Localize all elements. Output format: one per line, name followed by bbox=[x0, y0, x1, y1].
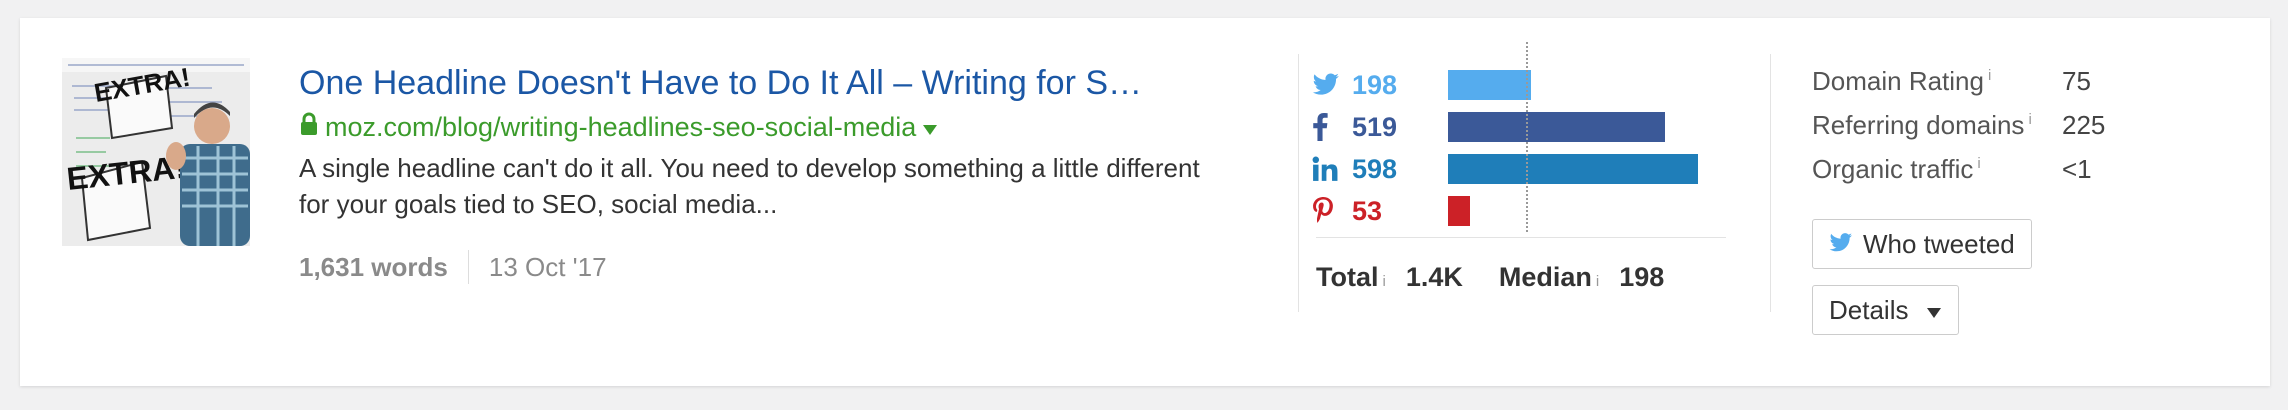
referring-domains-info-icon[interactable]: i bbox=[2028, 111, 2031, 128]
details-label: Details bbox=[1829, 294, 1909, 325]
word-count: 1,631 words bbox=[299, 251, 448, 282]
details-button[interactable]: Details bbox=[1812, 285, 1960, 335]
url-dropdown-icon[interactable] bbox=[922, 112, 938, 143]
social-row-pinterest: 53 bbox=[1312, 194, 1412, 228]
total-info-icon[interactable]: i bbox=[1383, 273, 1386, 290]
domain-rating-info-icon[interactable]: i bbox=[1988, 67, 1991, 84]
pinterest-count: 53 bbox=[1352, 195, 1383, 226]
domain-rating-value: 75 bbox=[2062, 66, 2091, 96]
publish-date: 13 Oct '17 bbox=[488, 251, 607, 282]
social-row-twitter: 198 bbox=[1312, 68, 1412, 102]
article-url-text[interactable]: moz.com/blog/writing-headlines-seo-socia… bbox=[325, 112, 916, 143]
article-thumbnail[interactable]: EXTRA! EXTRA! bbox=[62, 58, 250, 246]
median-line bbox=[1526, 42, 1528, 232]
organic-traffic-row: Organic traffic i <1 bbox=[1812, 154, 2105, 198]
domain-rating-label: Domain Rating bbox=[1812, 66, 1984, 96]
who-tweeted-label: Who tweeted bbox=[1863, 228, 2015, 259]
referring-domains-label: Referring domains bbox=[1812, 110, 2025, 140]
totals-divider bbox=[1316, 237, 1726, 238]
referring-domains-row: Referring domains i 225 bbox=[1812, 110, 2105, 154]
referring-domains-value[interactable]: 225 bbox=[2062, 110, 2105, 141]
median-info-icon[interactable]: i bbox=[1596, 273, 1599, 290]
column-divider-left bbox=[1298, 54, 1299, 312]
median-label: Median bbox=[1498, 262, 1592, 292]
thumbnail-image: EXTRA! EXTRA! bbox=[62, 58, 250, 246]
lock-icon bbox=[299, 112, 319, 143]
social-totals: Total i 1.4K Median i 198 bbox=[1316, 262, 1664, 293]
facebook-count: 519 bbox=[1352, 111, 1398, 142]
facebook-bar bbox=[1448, 112, 1665, 142]
domain-rating-row: Domain Rating i 75 bbox=[1812, 66, 2105, 110]
column-divider-right bbox=[1770, 54, 1771, 312]
twitter-bar bbox=[1448, 70, 1531, 100]
pinterest-icon bbox=[1312, 194, 1352, 228]
total-value: 1.4K bbox=[1405, 262, 1463, 292]
article-meta: 1,631 words 13 Oct '17 bbox=[299, 250, 607, 284]
linkedin-icon bbox=[1312, 152, 1352, 186]
social-row-linkedin: 598 bbox=[1312, 152, 1412, 186]
seo-metrics: Domain Rating i 75 Referring domains i 225… bbox=[1812, 66, 2105, 198]
twitter-icon bbox=[1312, 68, 1352, 102]
organic-traffic-info-icon[interactable]: i bbox=[1977, 155, 1980, 172]
twitter-count: 198 bbox=[1352, 69, 1398, 100]
total-label: Total bbox=[1316, 262, 1379, 292]
twitter-icon bbox=[1829, 229, 1853, 260]
article-url[interactable]: moz.com/blog/writing-headlines-seo-socia… bbox=[299, 112, 938, 143]
linkedin-count: 598 bbox=[1352, 153, 1398, 184]
pinterest-bar bbox=[1448, 196, 1470, 226]
who-tweeted-button[interactable]: Who tweeted bbox=[1812, 219, 2032, 269]
median-value: 198 bbox=[1619, 262, 1665, 292]
article-title-link[interactable]: One Headline Doesn't Have to Do It All –… bbox=[299, 64, 1142, 103]
organic-traffic-value: <1 bbox=[2062, 154, 2092, 184]
chevron-down-icon bbox=[1926, 295, 1942, 326]
social-row-facebook: 519 bbox=[1312, 110, 1412, 144]
organic-traffic-label: Organic traffic bbox=[1812, 154, 1974, 184]
social-bars bbox=[1448, 50, 1728, 226]
facebook-icon bbox=[1312, 110, 1352, 144]
linkedin-bar bbox=[1448, 154, 1698, 184]
article-description: A single headline can't do it all. You n… bbox=[299, 153, 1200, 219]
